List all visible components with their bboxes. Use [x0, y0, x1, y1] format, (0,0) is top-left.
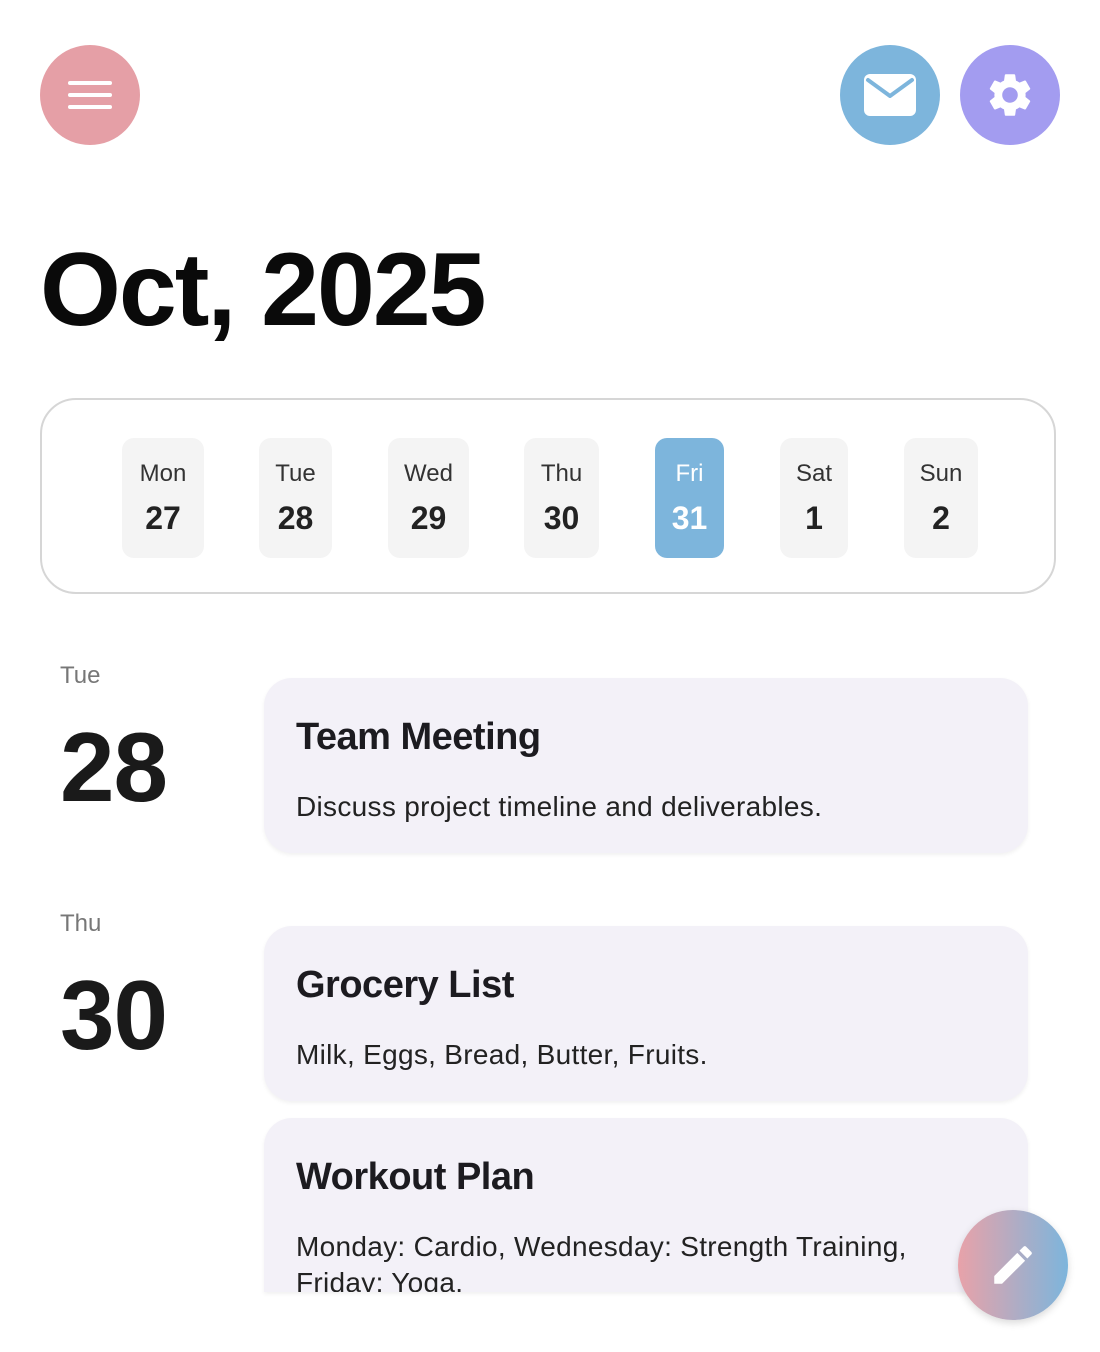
event-card[interactable]: Grocery List Milk, Eggs, Bread, Butter, … — [264, 926, 1028, 1101]
day-name: Fri — [675, 459, 704, 487]
pencil-icon — [994, 1246, 1032, 1284]
day-name: Sun — [919, 459, 963, 487]
event-card[interactable]: Workout Plan Monday: Cardio, Wednesday: … — [264, 1118, 1028, 1292]
event-card[interactable]: Team Meeting Discuss project timeline an… — [264, 678, 1028, 853]
day-name: Sat — [795, 459, 833, 487]
day-name: Thu — [540, 459, 583, 487]
day-chip-sat[interactable]: Sat 1 — [780, 438, 848, 558]
date-group-label: Thu 30 — [60, 910, 168, 1070]
event-description: Discuss project timeline and deliverable… — [296, 791, 823, 822]
week-strip: Mon 27 Tue 28 Wed 29 Thu 30 Fri 31 Sat 1… — [40, 398, 1056, 594]
event-title: Team Meeting — [296, 716, 541, 758]
date-group-day: 30 — [60, 960, 168, 1070]
day-chip-sun[interactable]: Sun 2 — [904, 438, 978, 558]
day-number: 31 — [671, 499, 708, 536]
menu-button[interactable] — [40, 45, 140, 145]
date-group-weekday: Thu — [60, 910, 102, 937]
day-chip-fri[interactable]: Fri 31 — [655, 438, 724, 558]
day-chip-mon[interactable]: Mon 27 — [122, 438, 204, 558]
day-chip-thu[interactable]: Thu 30 — [524, 438, 599, 558]
day-number: 1 — [805, 499, 823, 536]
settings-button[interactable] — [960, 45, 1060, 145]
date-group-weekday: Tue — [60, 662, 101, 689]
month-title: Oct, 2025 — [40, 232, 487, 348]
date-group-label: Tue 28 — [60, 662, 168, 822]
day-number: 27 — [145, 499, 181, 536]
edit-fab-button[interactable] — [958, 1210, 1068, 1320]
day-chip-tue[interactable]: Tue 28 — [259, 438, 332, 558]
day-number: 30 — [543, 499, 580, 536]
mail-icon — [864, 74, 916, 116]
hamburger-menu-icon — [68, 81, 112, 109]
day-number: 2 — [932, 499, 950, 536]
gear-icon — [989, 74, 1031, 116]
event-title: Workout Plan — [296, 1156, 535, 1198]
day-chip-wed[interactable]: Wed 29 — [388, 438, 469, 558]
day-name: Wed — [404, 459, 453, 487]
date-group-day: 28 — [60, 712, 168, 822]
event-title: Grocery List — [296, 964, 514, 1006]
event-description: Milk, Eggs, Bread, Butter, Fruits. — [296, 1039, 708, 1070]
day-name: Mon — [139, 459, 187, 487]
event-description: Monday: Cardio, Wednesday: Strength Trai… — [296, 1231, 907, 1292]
day-number: 29 — [410, 499, 447, 536]
mail-button[interactable] — [840, 45, 940, 145]
day-number: 28 — [277, 499, 314, 536]
day-name: Tue — [275, 459, 316, 487]
